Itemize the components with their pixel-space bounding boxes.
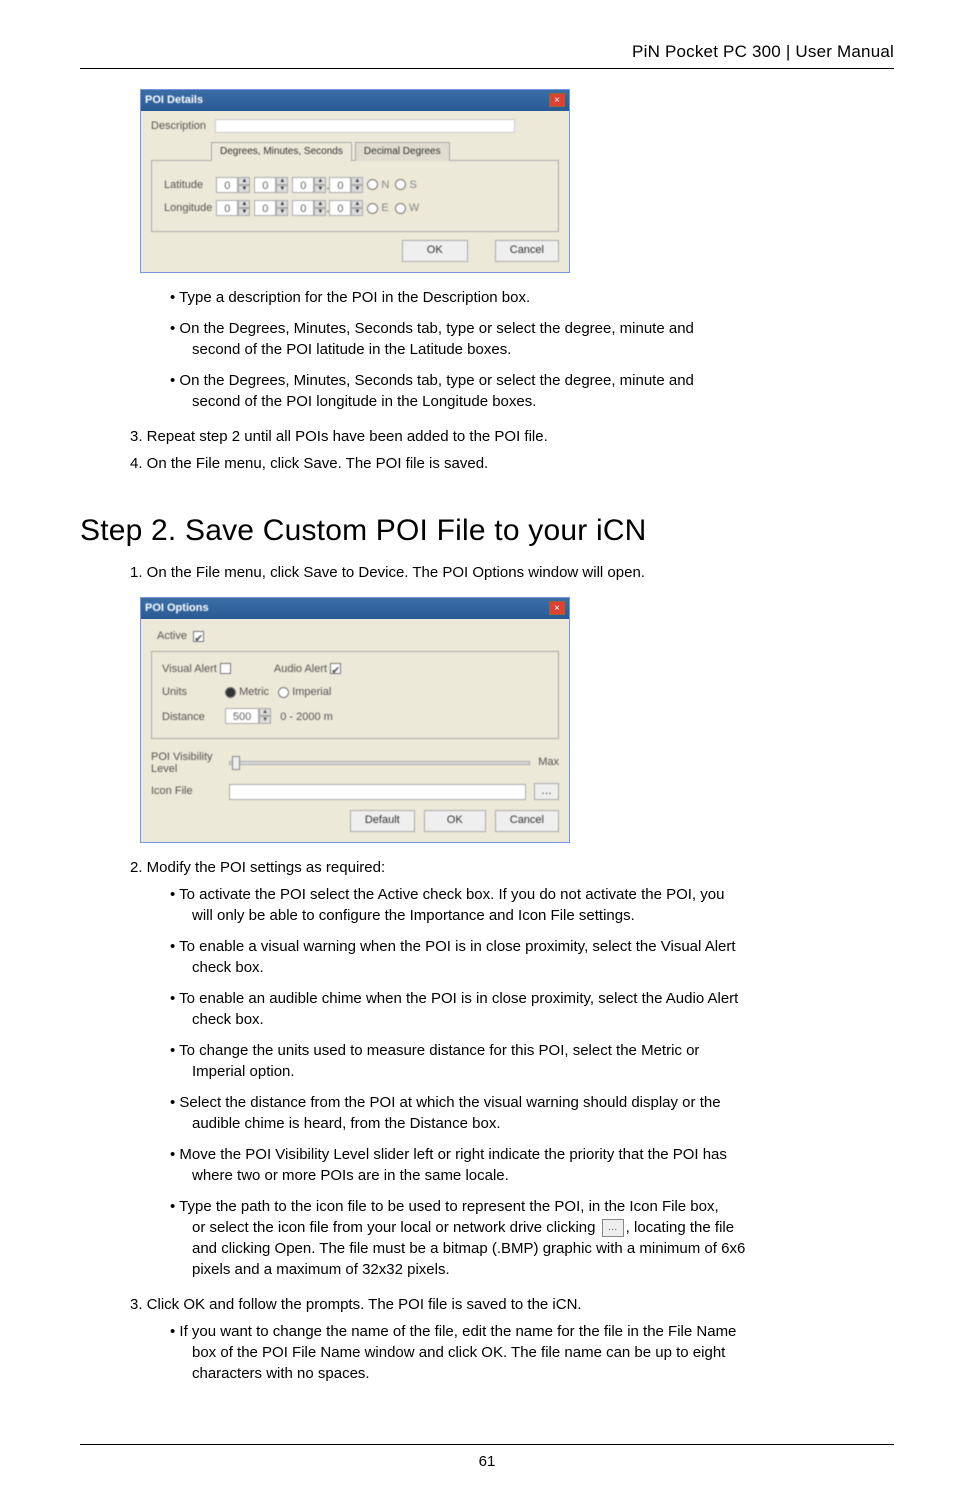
units-label: Units <box>162 685 222 700</box>
list-item-cont: Imperial option. <box>192 1061 894 1082</box>
lon-deg-spinner[interactable]: 0▲▼ <box>216 200 250 216</box>
list-item-cont: box of the POI File Name window and clic… <box>192 1342 894 1363</box>
browse-icon: … <box>602 1219 624 1237</box>
latitude-label: Latitude <box>164 177 212 194</box>
list-item: • Type the path to the icon file to be u… <box>170 1198 719 1215</box>
metric-radio[interactable] <box>225 687 236 698</box>
list-item: • To activate the POI select the Active … <box>170 886 724 903</box>
list-item-cont: second of the POI latitude in the Latitu… <box>192 339 894 360</box>
lat-min-spinner[interactable]: 0▲▼ <box>254 177 288 193</box>
list-item-cont: or select the icon file from your local … <box>192 1217 894 1238</box>
step-item: 2. Modify the POI settings as required: <box>130 857 894 878</box>
ok-button[interactable]: OK <box>424 810 486 831</box>
description-label: Description <box>151 120 206 132</box>
lat-deg-spinner[interactable]: 0▲▼ <box>216 177 250 193</box>
lon-e-radio[interactable] <box>367 203 378 214</box>
lon-e-label: E <box>381 202 388 214</box>
list-item: • Select the distance from the POI at wh… <box>170 1094 721 1111</box>
tab-dms[interactable]: Degrees, Minutes, Seconds <box>211 142 352 161</box>
list-item-cont: and clicking Open. The file must be a bi… <box>192 1238 894 1259</box>
active-label: Active <box>157 630 187 642</box>
lon-min-spinner[interactable]: 0▲▼ <box>254 200 288 216</box>
list-item: • On the Degrees, Minutes, Seconds tab, … <box>170 320 694 337</box>
dialog-title: POI Details <box>145 93 203 108</box>
list-item-cont: second of the POI longitude in the Longi… <box>192 391 894 412</box>
lat-s-label: S <box>409 179 416 191</box>
metric-label: Metric <box>239 686 269 698</box>
visibility-slider[interactable] <box>229 761 530 765</box>
active-checkbox[interactable]: ✔ <box>193 631 204 642</box>
visibility-max-label: Max <box>538 755 559 770</box>
audio-alert-checkbox[interactable]: ✔ <box>330 663 341 674</box>
lat-n-radio[interactable] <box>367 179 378 190</box>
page-header: PiN Pocket PC 300 | User Manual <box>80 40 894 69</box>
browse-icon-button[interactable]: … <box>534 783 559 800</box>
description-input[interactable] <box>215 119 515 133</box>
step-item: 3. Click OK and follow the prompts. The … <box>130 1294 894 1315</box>
default-button[interactable]: Default <box>350 810 415 831</box>
visual-alert-label: Visual Alert <box>162 663 217 675</box>
audio-alert-label: Audio Alert <box>274 663 327 675</box>
imperial-label: Imperial <box>292 686 331 698</box>
poi-details-dialog: POI Details × Description Degrees, Minut… <box>140 89 570 273</box>
icon-file-label: Icon File <box>151 784 221 799</box>
visibility-level-label: POI Visibility Level <box>151 751 221 775</box>
poi-options-dialog: POI Options × Active ✔ Visual Alert Audi… <box>140 597 570 843</box>
list-item-cont: audible chime is heard, from the Distanc… <box>192 1113 894 1134</box>
tab-decimal[interactable]: Decimal Degrees <box>355 142 450 161</box>
list-item-cont: will only be able to configure the Impor… <box>192 905 894 926</box>
list-item: • If you want to change the name of the … <box>170 1323 736 1340</box>
lat-n-label: N <box>381 179 389 191</box>
list-item-cont: characters with no spaces. <box>192 1363 894 1384</box>
list-item-cont: pixels and a maximum of 32x32 pixels. <box>192 1259 894 1280</box>
visual-alert-checkbox[interactable] <box>220 663 231 674</box>
page-number: 61 <box>80 1444 894 1472</box>
longitude-label: Longitude <box>164 200 212 217</box>
lat-sec-spinner[interactable]: 0▲▼ <box>292 177 326 193</box>
lat-s-radio[interactable] <box>395 179 406 190</box>
lon-sec-spinner[interactable]: 0▲▼ <box>292 200 326 216</box>
list-item: • Move the POI Visibility Level slider l… <box>170 1146 727 1163</box>
list-item: • To enable an audible chime when the PO… <box>170 990 738 1007</box>
distance-spinner[interactable]: 500▲▼ <box>225 708 271 724</box>
cancel-button[interactable]: Cancel <box>495 240 559 261</box>
list-item-cont: check box. <box>192 957 894 978</box>
list-item: • On the Degrees, Minutes, Seconds tab, … <box>170 372 694 389</box>
close-icon[interactable]: × <box>549 601 565 615</box>
list-item: • Type a description for the POI in the … <box>170 289 530 306</box>
list-item: • To change the units used to measure di… <box>170 1042 699 1059</box>
list-item-cont: check box. <box>192 1009 894 1030</box>
list-item-cont: where two or more POIs are in the same l… <box>192 1165 894 1186</box>
list-item: • To enable a visual warning when the PO… <box>170 938 736 955</box>
distance-label: Distance <box>162 710 222 725</box>
lon-w-radio[interactable] <box>395 203 406 214</box>
step-item: 3. Repeat step 2 until all POIs have bee… <box>130 426 894 447</box>
ok-button[interactable]: OK <box>402 240 468 261</box>
close-icon[interactable]: × <box>549 93 565 107</box>
cancel-button[interactable]: Cancel <box>495 810 559 831</box>
step-item: 4. On the File menu, click Save. The POI… <box>130 453 894 474</box>
step-item: 1. On the File menu, click Save to Devic… <box>130 562 894 583</box>
icon-file-input[interactable] <box>229 784 526 800</box>
dialog-title: POI Options <box>145 601 209 616</box>
lon-w-label: W <box>409 202 419 214</box>
distance-range: 0 - 2000 m <box>280 711 333 723</box>
section-heading: Step 2. Save Custom POI File to your iCN <box>80 510 894 552</box>
imperial-radio[interactable] <box>278 687 289 698</box>
